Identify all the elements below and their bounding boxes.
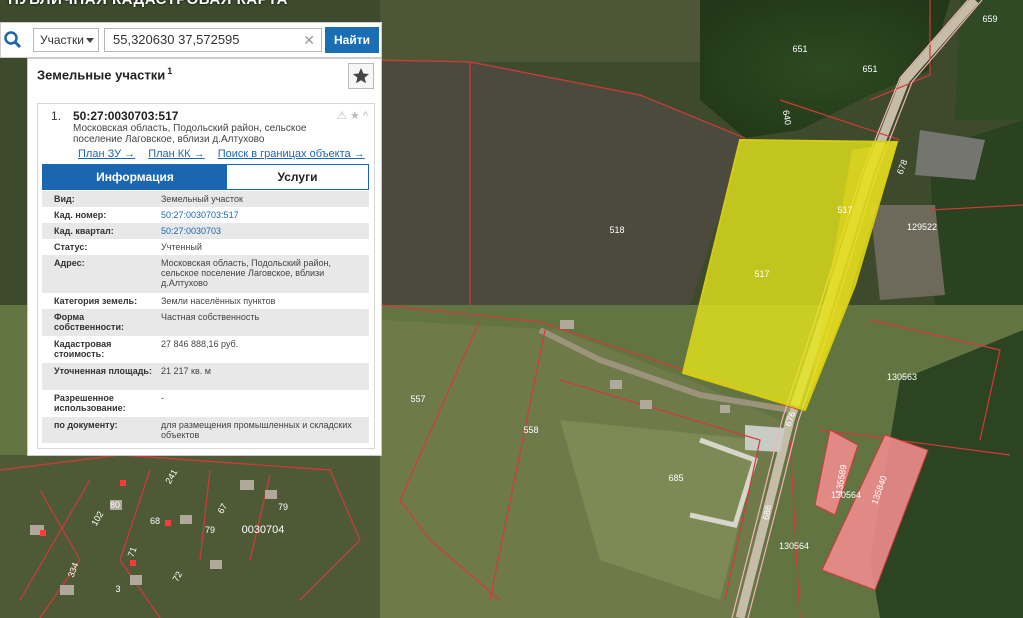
property-row: Категория земель: Земли населённых пункто… xyxy=(42,293,369,309)
parcel-label: 557 xyxy=(410,394,425,404)
gravel-area xyxy=(870,205,945,300)
property-label: Уточненная площадь: xyxy=(54,366,152,376)
parcel-label: 79 xyxy=(278,502,288,512)
search-input-value: 55,320630 37,572595 xyxy=(113,32,240,47)
property-label: Категория земель: xyxy=(54,296,138,306)
property-value: Учтенный xyxy=(161,242,202,252)
result-card: 1. 50:27:0030703:517 ⚠ ★ ^ Московская об… xyxy=(37,103,375,449)
property-label: Кад. квартал: xyxy=(54,226,114,236)
search-type-label: Участки xyxy=(40,33,84,47)
result-number: 1. xyxy=(51,109,62,123)
property-table: Вид: Земельный участок Кад. номер: 50:27:0… xyxy=(42,191,369,443)
parcel-label: 80 xyxy=(110,500,120,510)
find-button[interactable]: Найти xyxy=(325,27,379,53)
result-action-icons[interactable]: ⚠ ★ ^ xyxy=(337,109,368,122)
property-row: Статус: Учтенный xyxy=(42,239,369,255)
parcel-label: 558 xyxy=(523,425,538,435)
panel-title-text: Земельные участки xyxy=(37,67,166,83)
property-value: Частная собственность xyxy=(161,312,260,322)
star-icon xyxy=(353,68,369,84)
property-value: Земли населённых пунктов xyxy=(161,296,276,306)
parcel-label: 129522 xyxy=(907,222,937,232)
parcel-label: 130564 xyxy=(831,490,861,500)
parcel-label: 68 xyxy=(150,516,160,526)
result-cadastral-id[interactable]: 50:27:0030703:517 xyxy=(73,109,178,123)
parcel-label: 79 xyxy=(205,525,215,535)
result-count: 1 xyxy=(167,66,173,76)
parcel-label: 3 xyxy=(115,584,120,594)
property-label: Кад. номер: xyxy=(54,210,107,220)
parcel-label: 517 xyxy=(837,205,852,215)
tab-info[interactable]: Информация xyxy=(43,165,227,189)
property-label: Разрешенное использование: xyxy=(54,393,126,413)
property-row: Кад. номер: 50:27:0030703:517 xyxy=(42,207,369,223)
property-row: Разрешенное использование: - xyxy=(42,390,369,417)
property-value: Земельный участок xyxy=(161,194,243,204)
parcel-label: 685 xyxy=(668,473,683,483)
parcel-label: 130563 xyxy=(887,372,917,382)
property-label: Форма собственности: xyxy=(54,312,124,332)
result-address: Московская область, Подольский район, се… xyxy=(73,123,307,145)
result-links: План ЗУ → План КК → Поиск в границах объ… xyxy=(78,148,375,160)
property-value: 21 217 кв. м xyxy=(161,366,211,376)
parcel-label: 651 xyxy=(792,44,807,54)
results-panel: Земельные участки 1 1. 50:27:0030703:517 … xyxy=(27,58,382,456)
app-title: ПУБЛИЧНАЯ КАДАСТРОВАЯ КАРТА xyxy=(8,0,288,8)
tab-services[interactable]: Услуги xyxy=(227,165,368,189)
property-row: Форма собственности: Частная собственност… xyxy=(42,309,369,336)
property-value: для размещения промышленных и складских … xyxy=(161,420,352,440)
property-value[interactable]: 50:27:0030703:517 xyxy=(161,210,361,220)
property-label: Кадастровая стоимость: xyxy=(54,339,112,359)
property-row: Вид: Земельный участок xyxy=(42,191,369,207)
property-row: Уточненная площадь: 21 217 кв. м xyxy=(42,363,369,390)
property-value[interactable]: 50:27:0030703 xyxy=(161,226,361,236)
clear-icon[interactable]: ✕ xyxy=(303,29,315,51)
property-row: Адрес: Московская область, Подольский рай… xyxy=(42,255,369,293)
search-bar: Участки 55,320630 37,572595 ✕ Найти xyxy=(0,22,382,58)
search-type-select[interactable]: Участки xyxy=(33,28,99,52)
panel-title: Земельные участки 1 xyxy=(37,66,172,82)
property-row: по документу: для размещения промышленных… xyxy=(42,417,369,443)
parcel-label: 651 xyxy=(862,64,877,74)
parcel-label: 518 xyxy=(609,225,624,235)
property-label: Адрес: xyxy=(54,258,85,268)
plan-zu-link[interactable]: План ЗУ → xyxy=(78,148,135,160)
parcel-label: 130564 xyxy=(779,541,809,551)
favorites-button[interactable] xyxy=(348,63,374,89)
parcel-label: 517 xyxy=(754,269,769,279)
property-row: Кад. квартал: 50:27:0030703 xyxy=(42,223,369,239)
search-input[interactable]: 55,320630 37,572595 ✕ xyxy=(104,28,322,52)
property-value: - xyxy=(161,393,164,403)
parcel-label: 0030704 xyxy=(242,524,285,536)
result-tabs: Информация Услуги xyxy=(42,164,369,190)
chevron-down-icon xyxy=(86,38,94,43)
property-label: Статус: xyxy=(54,242,88,252)
search-icon[interactable] xyxy=(3,30,23,50)
parcel-label: 659 xyxy=(982,14,997,24)
property-value: Московская область, Подольский район, се… xyxy=(161,258,331,288)
property-label: по документу: xyxy=(54,420,118,430)
property-value: 27 846 888,16 руб. xyxy=(161,339,239,349)
property-label: Вид: xyxy=(54,194,75,204)
property-row: Кадастровая стоимость: 27 846 888,16 руб. xyxy=(42,336,369,363)
plan-kk-link[interactable]: План КК → xyxy=(148,148,204,160)
search-in-bounds-link[interactable]: Поиск в границах объекта → xyxy=(218,148,365,160)
